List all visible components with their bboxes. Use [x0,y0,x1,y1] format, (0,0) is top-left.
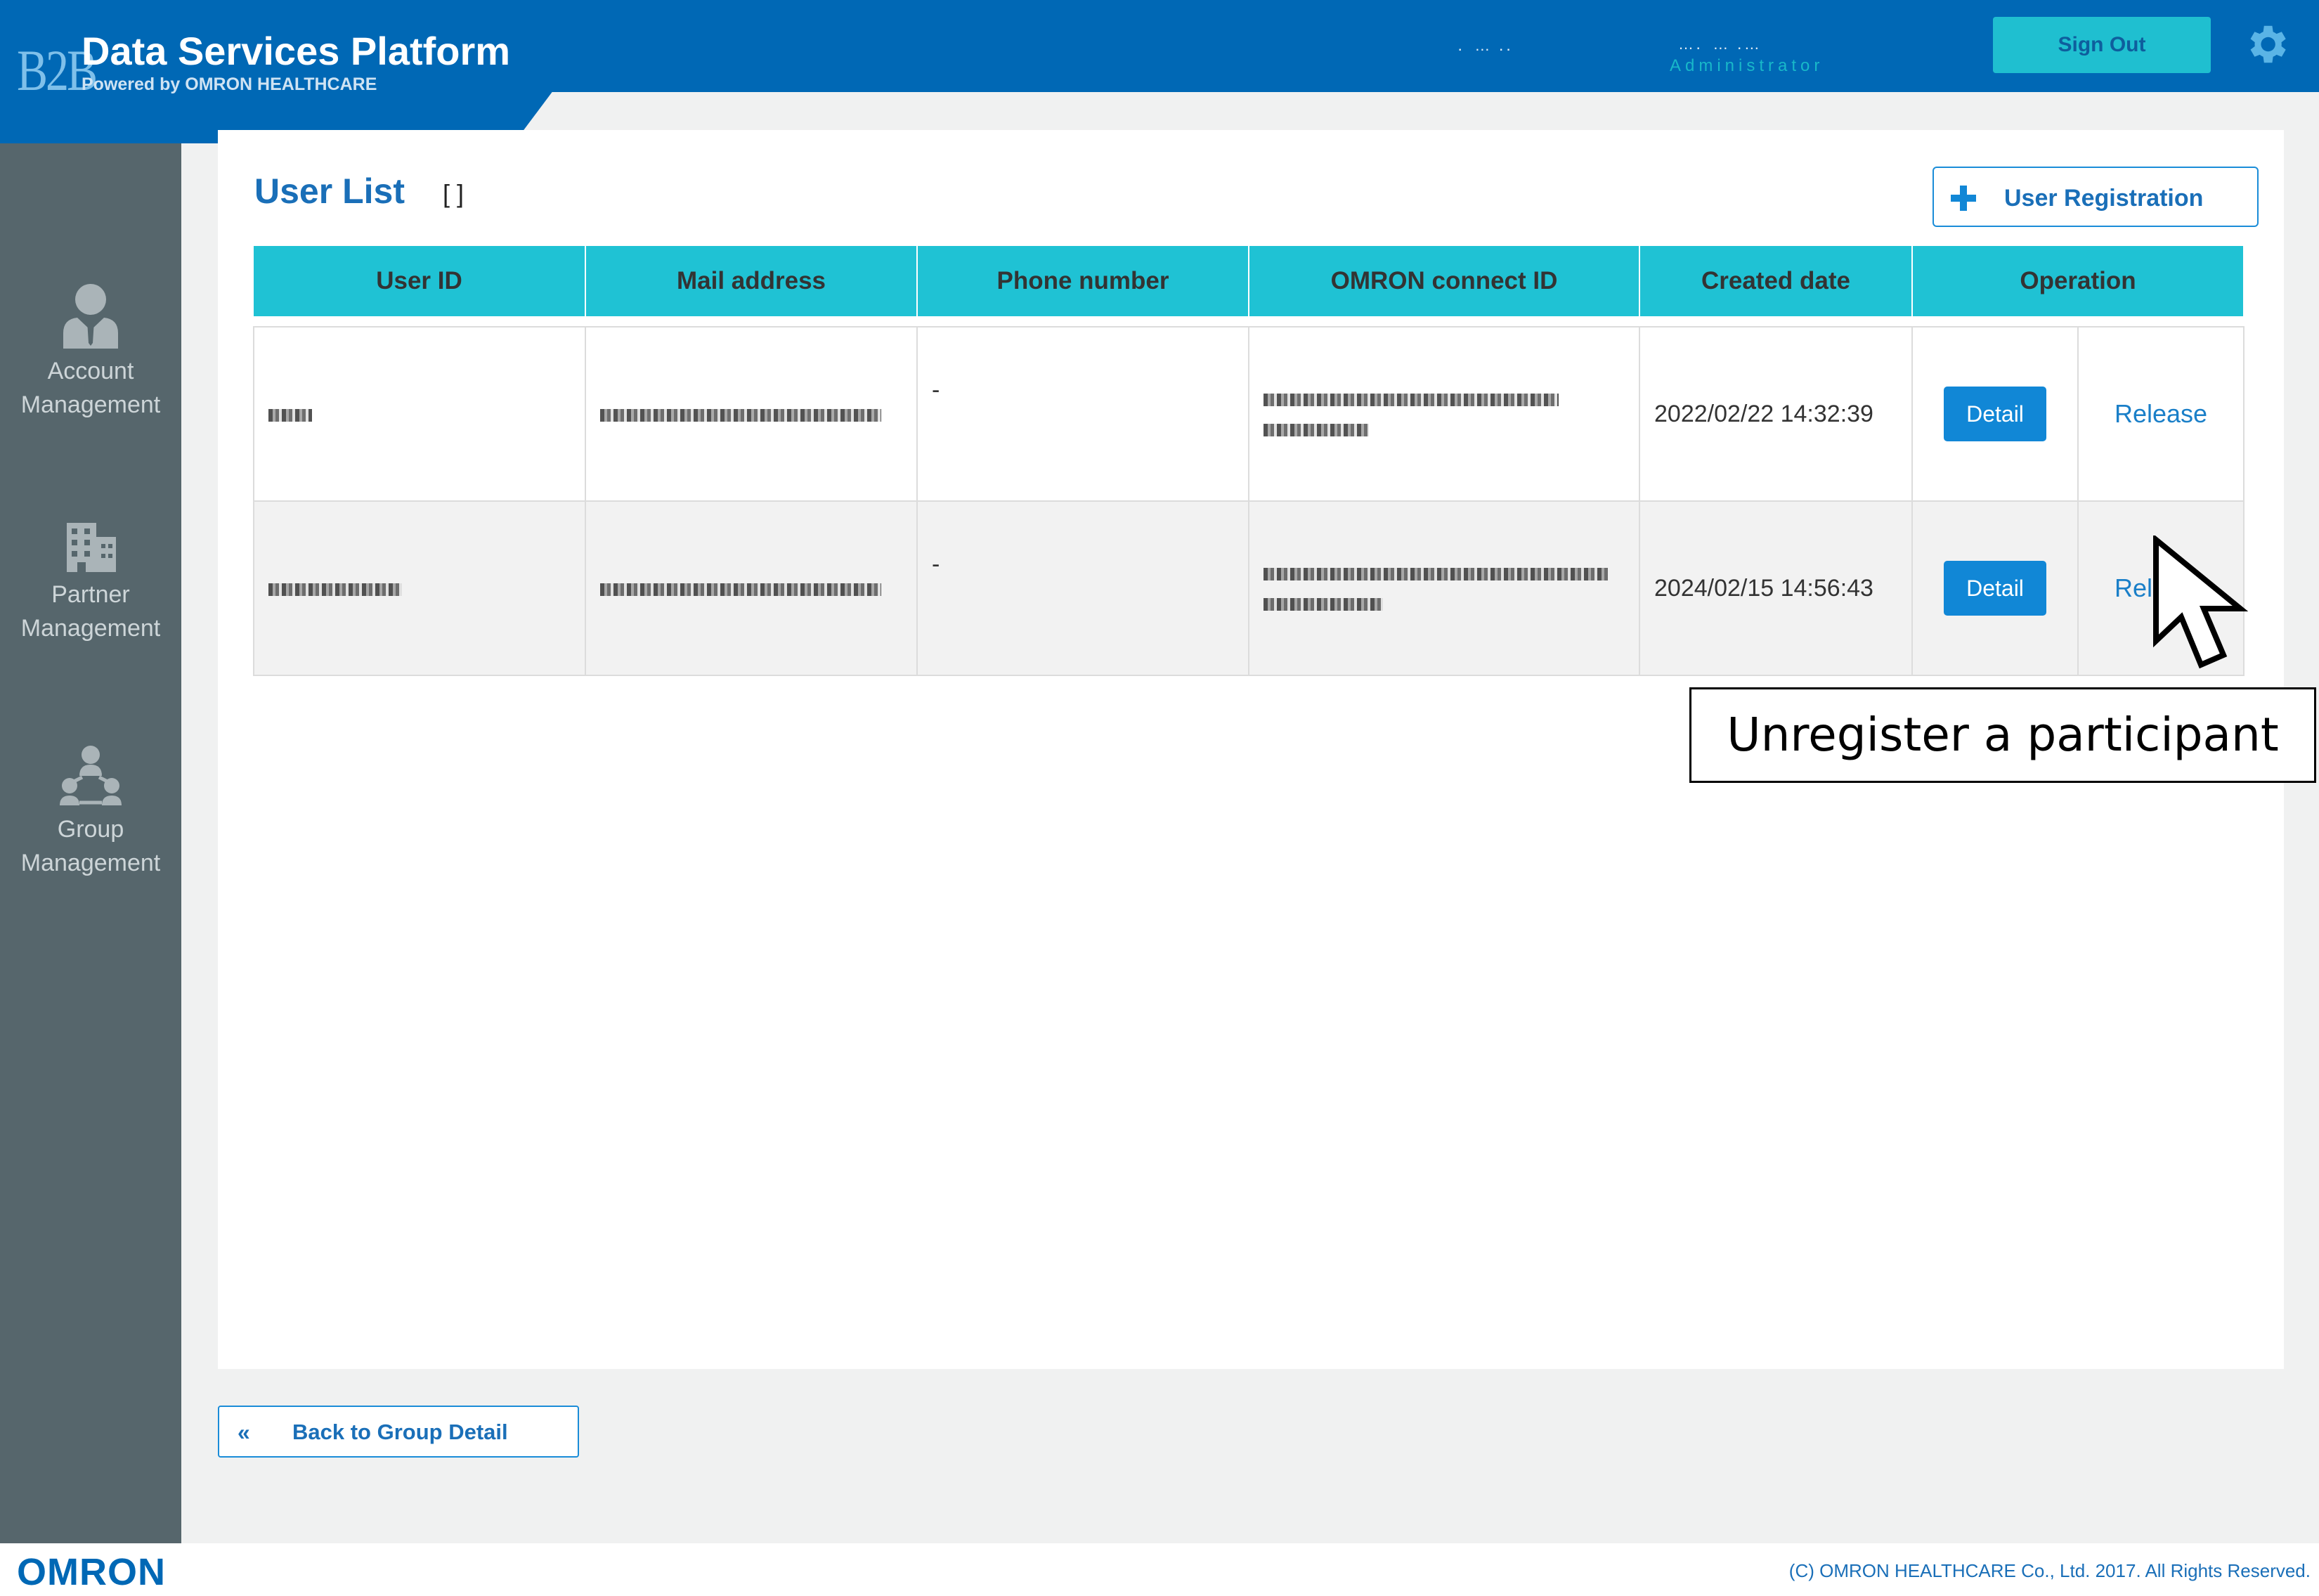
column-header-created-date: Created date [1639,246,1913,316]
brand-area: B2B Data Services Platform Powered by OM… [0,0,552,143]
column-header-mail-address: Mail address [585,246,918,316]
omron-logo: OMRON [17,1551,166,1593]
table-row: - 2022/02/22 14:32:39 Detail Release [253,326,2245,502]
sidebar-item-group-management[interactable]: Group Management [0,745,181,880]
sidebar-item-label: Partner Management [20,581,161,642]
app-subtitle: Powered by OMRON HEALTHCARE [82,74,377,94]
omron-connect-id-cell [1248,326,1640,502]
footer: OMRON (C) OMRON HEALTHCARE Co., Ltd. 201… [0,1543,2319,1596]
table-row: - 2024/02/15 14:56:43 Detail Release [253,500,2245,676]
phone-number-cell: - [916,500,1249,676]
column-header-user-id: User ID [254,246,586,316]
user-role: Administrator [1670,56,1824,75]
user-registration-label: User Registration [2004,185,2204,212]
user-id-cell [253,500,586,676]
group-name: [ ] [443,179,465,208]
redacted-mail-address [600,408,881,422]
mail-address-cell [585,500,918,676]
release-cell: Release [2077,326,2245,502]
created-date-cell: 2024/02/15 14:56:43 [1639,500,1913,676]
sidebar-item-account-management[interactable]: Account Management [0,281,181,422]
table-header-row: User ID Mail address Phone number OMRON … [254,246,2245,316]
b2b-logo: B2B [17,39,98,103]
page-title: User List [254,171,405,211]
redacted-connect-id [1264,424,1369,436]
release-link[interactable]: Release [2115,399,2207,428]
redacted-user-id [268,583,402,596]
gear-icon[interactable] [2242,20,2291,69]
detail-cell: Detail [1911,326,2079,502]
group-icon [60,746,122,805]
user-name: ․ … ․․ [1448,37,1514,54]
omron-connect-id-cell [1248,500,1640,676]
annotation-callout: Unregister a participant [1689,687,2316,783]
sign-out-button[interactable]: Sign Out [1993,17,2211,73]
pointer-cursor-icon [2153,536,2249,669]
detail-button[interactable]: Detail [1944,561,2046,616]
building-icon [67,523,116,572]
back-to-group-detail-button[interactable]: « Back to Group Detail [218,1406,579,1458]
user-registration-button[interactable]: User Registration [1932,167,2259,227]
sidebar-item-partner-management[interactable]: Partner Management [0,523,181,645]
redacted-mail-address [600,583,881,596]
user-table: User ID Mail address Phone number OMRON … [253,246,2245,676]
back-label: Back to Group Detail [292,1420,508,1444]
detail-button[interactable]: Detail [1944,387,2046,441]
sidebar: Account Management Partner Management Gr… [0,143,181,1543]
person-icon [63,284,118,349]
user-organization: …․ … ․… [1678,35,1762,53]
redacted-connect-id [1264,394,1559,406]
column-header-omron-connect-id: OMRON connect ID [1249,246,1640,316]
phone-number-cell: - [916,326,1249,502]
plus-icon [1951,186,1976,211]
double-chevron-left-icon: « [238,1420,250,1445]
column-header-operation: Operation [1912,246,2245,316]
app-title: Data Services Platform [82,29,511,73]
user-id-cell [253,326,586,502]
mail-address-cell [585,326,918,502]
detail-cell: Detail [1911,500,2079,676]
copyright-text: (C) OMRON HEALTHCARE Co., Ltd. 2017. All… [1788,1560,2311,1581]
redacted-connect-id [1264,598,1383,611]
redacted-user-id [268,408,312,422]
created-date-cell: 2022/02/22 14:32:39 [1639,326,1913,502]
column-header-phone-number: Phone number [917,246,1249,316]
sidebar-item-label: Account Management [20,358,161,418]
sidebar-item-label: Group Management [20,816,161,876]
redacted-connect-id [1264,568,1608,580]
